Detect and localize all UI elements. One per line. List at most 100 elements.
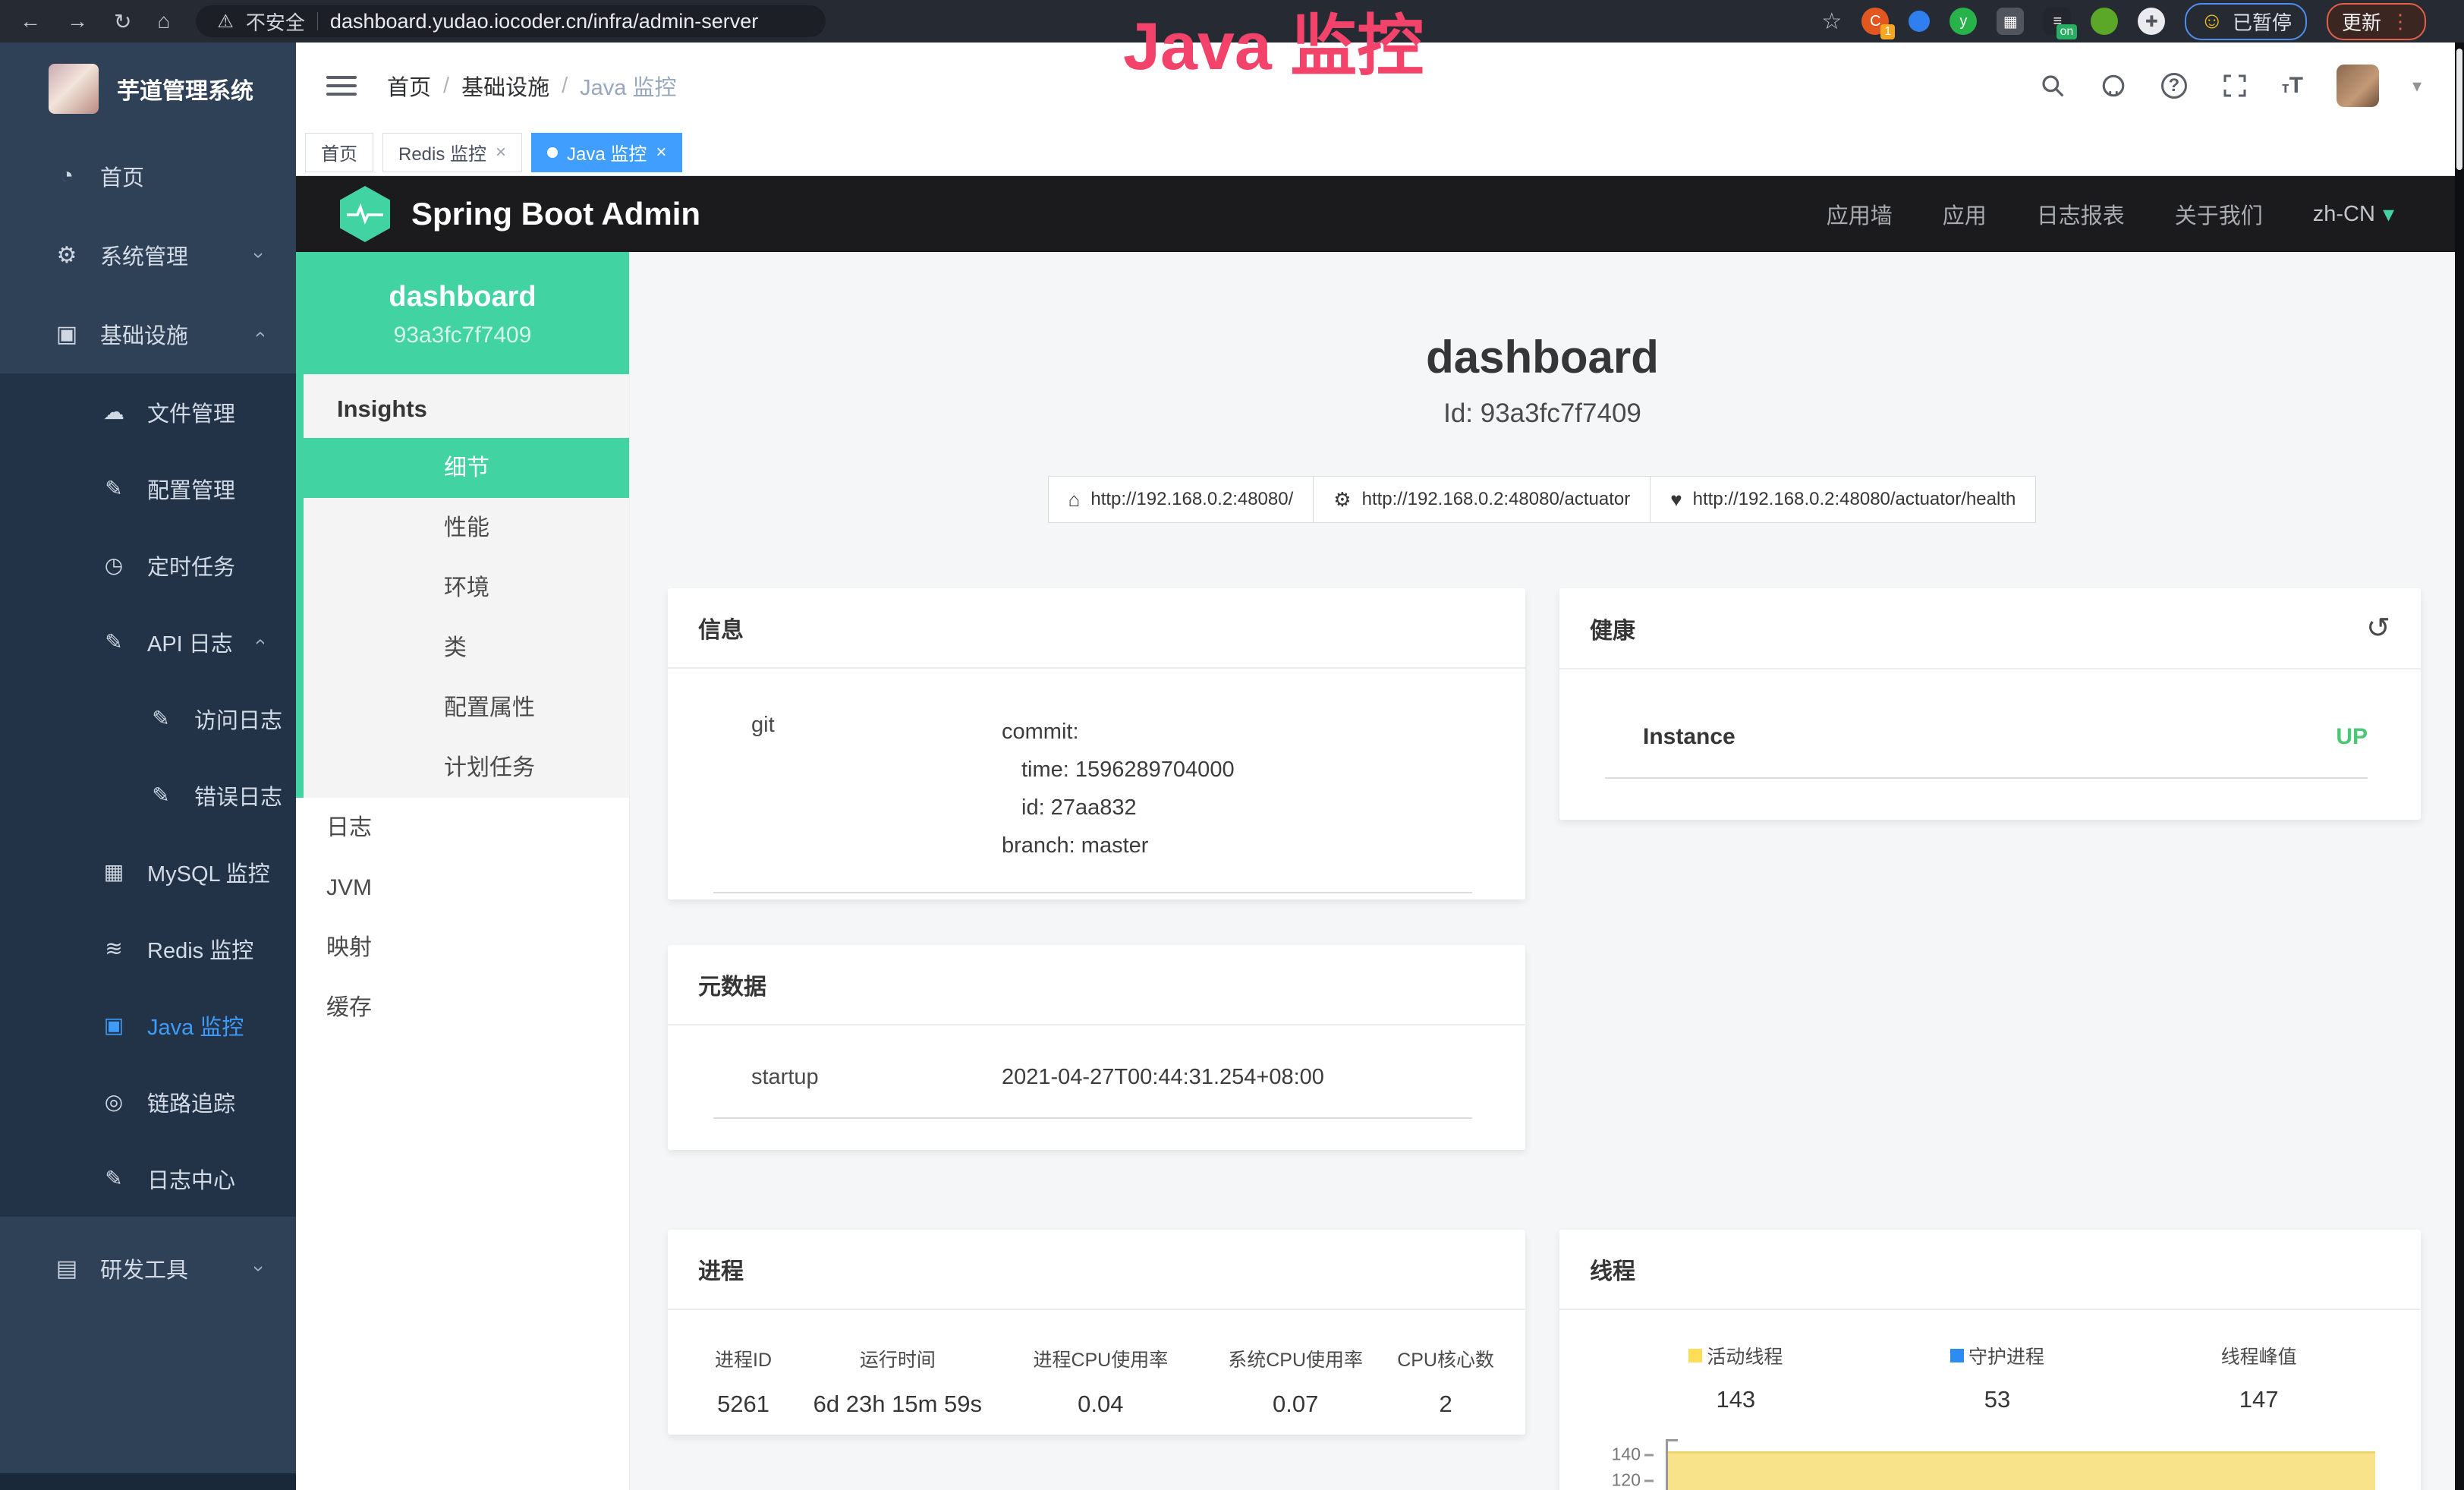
sba-locale-select[interactable]: zh-CN ▾ [2313, 201, 2394, 228]
breadcrumb-separator: / [443, 74, 449, 99]
sidebar-item-dev-tools[interactable]: ▤ 研发工具 › [0, 1229, 296, 1308]
extension-pin-icon[interactable] [1909, 11, 1930, 32]
sba-item-logs[interactable]: 日志 [296, 798, 629, 858]
insights-section: Insights 细节 性能 环境 类 配置属性 计划任务 [296, 374, 629, 798]
bookmark-star-icon[interactable]: ☆ [1821, 8, 1842, 35]
home-nav-icon[interactable]: ⌂ [157, 9, 170, 33]
app-logo-row[interactable]: 芋道管理系统 [0, 43, 296, 114]
user-avatar[interactable] [2337, 65, 2379, 107]
sidebar-item-infra[interactable]: ▣ 基础设施 › [0, 295, 296, 373]
scrollbar-thumb[interactable] [2456, 49, 2462, 170]
update-button[interactable]: 更新 ⋮ [2327, 3, 2426, 40]
reload-icon[interactable]: ↻ [114, 9, 131, 34]
log-edit-icon: ✎ [144, 706, 178, 731]
sidebar-item-system[interactable]: ⚙ 系统管理 › [0, 216, 296, 295]
paused-badge[interactable]: ☺ 已暂停 [2185, 3, 2307, 40]
address-bar[interactable]: ⚠ 不安全 dashboard.yudao.iocoder.cn/infra/a… [196, 5, 826, 37]
sba-item-jvm[interactable]: JVM [296, 858, 629, 918]
close-icon[interactable]: × [496, 142, 506, 163]
paused-label: 已暂停 [2233, 8, 2292, 36]
extension-leaf-icon[interactable] [2091, 8, 2118, 35]
extension-1-icon[interactable]: C 1 [1861, 8, 1889, 35]
breadcrumb-home[interactable]: 首页 [387, 70, 431, 102]
sba-item-metrics[interactable]: 性能 [304, 498, 629, 558]
tab-label: Java 监控 [567, 139, 647, 165]
instance-links: ⌂ http://192.168.0.2:48080/ ⚙ http://192… [630, 476, 2455, 523]
tab-home[interactable]: 首页 [305, 133, 373, 172]
sidebar-item-api-log[interactable]: ✎ API 日志 › [0, 603, 296, 680]
row-divider [1605, 777, 2368, 779]
not-secure-label: 不安全 [246, 8, 305, 36]
extensions-puzzle-icon[interactable]: ✚ [2138, 8, 2165, 35]
metadata-row-value: 2021-04-27T00:44:31.254+08:00 [1002, 1065, 1324, 1090]
collapse-sidebar-icon[interactable] [326, 71, 357, 101]
sidebar-item-trace[interactable]: ◎ 链路追踪 [0, 1063, 296, 1140]
timer-icon: ◷ [97, 553, 131, 578]
avatar-caret-icon[interactable]: ▾ [2412, 75, 2422, 97]
window-scrollbar[interactable] [2455, 43, 2464, 1490]
instance-header[interactable]: dashboard 93a3fc7f7409 [296, 252, 629, 374]
smiley-icon: ☺ [2200, 8, 2223, 34]
search-icon[interactable] [2039, 72, 2066, 99]
eye-icon: ◎ [97, 1089, 131, 1114]
sba-item-environment[interactable]: 环境 [304, 558, 629, 618]
chevron-down-icon: ▾ [2383, 201, 2394, 228]
browser-menu-icon[interactable]: ⋮ [2390, 10, 2411, 33]
chevron-up-icon: › [247, 638, 271, 645]
service-url-label: http://192.168.0.2:48080/ [1090, 489, 1293, 510]
chevron-down-icon: › [247, 252, 271, 259]
tab-redis[interactable]: Redis 监控 × [382, 133, 522, 172]
sidebar-item-file[interactable]: ☁ 文件管理 [0, 373, 296, 450]
sba-item-classes[interactable]: 类 [304, 618, 629, 678]
extension-on-badge: on [2056, 24, 2078, 39]
sidebar-item-job[interactable]: ◷ 定时任务 [0, 527, 296, 603]
database-grid-icon: ▦ [97, 859, 131, 884]
breadcrumb-infra[interactable]: 基础设施 [461, 70, 549, 102]
instance-name: dashboard [296, 281, 629, 313]
sidebar-item-config[interactable]: ✎ 配置管理 [0, 450, 296, 527]
sba-nav-about[interactable]: 关于我们 [2175, 198, 2263, 230]
breadcrumb-current: Java 监控 [580, 70, 676, 102]
sba-item-details-active[interactable]: 细节 [304, 438, 629, 498]
extension-y-icon[interactable]: y [1949, 8, 1977, 35]
font-size-icon[interactable]: тT [2282, 73, 2303, 99]
extension-list-icon[interactable]: ≡ on [2044, 8, 2071, 35]
url-text: dashboard.yudao.iocoder.cn/infra/admin-s… [330, 10, 758, 33]
sidebar-item-java-active[interactable]: ▣ Java 监控 [0, 987, 296, 1063]
sba-item-scheduled-tasks[interactable]: 计划任务 [304, 738, 629, 798]
instance-id-line: Id: 93a3fc7f7409 [630, 398, 2455, 429]
help-icon[interactable]: ? [2160, 72, 2188, 99]
sba-logo-icon[interactable] [340, 186, 390, 242]
sba-item-config-props[interactable]: 配置属性 [304, 678, 629, 738]
service-url-button[interactable]: ⌂ http://192.168.0.2:48080/ [1048, 476, 1314, 523]
sba-item-mappings[interactable]: 映射 [296, 918, 629, 978]
threads-stat-live: 活动线程 143 [1605, 1342, 1867, 1413]
threads-card-title: 线程 [1559, 1230, 2421, 1310]
fullscreen-icon[interactable] [2221, 72, 2248, 99]
sidebar-item-label: 首页 [100, 160, 144, 192]
tab-java-active[interactable]: Java 监控 × [531, 133, 682, 172]
forward-icon[interactable]: → [67, 9, 88, 33]
health-url-button[interactable]: ♥ http://192.168.0.2:48080/actuator/heal… [1650, 476, 2036, 523]
sba-nav-wallboard[interactable]: 应用墙 [1827, 198, 1893, 230]
history-icon[interactable]: ↺ [2366, 611, 2390, 645]
sba-nav-applications[interactable]: 应用 [1943, 198, 1987, 230]
close-icon[interactable]: × [656, 142, 666, 163]
sidebar-item-error-log[interactable]: ✎ 错误日志 [0, 757, 296, 833]
sba-item-caches[interactable]: 缓存 [296, 978, 629, 1038]
process-col-uptime: 运行时间 6d 23h 15m 59s [796, 1345, 999, 1418]
github-icon[interactable] [2100, 72, 2127, 99]
sidebar-item-access-log[interactable]: ✎ 访问日志 [0, 680, 296, 757]
sidebar-item-redis[interactable]: ≋ Redis 监控 [0, 910, 296, 987]
sidebar-item-home[interactable]: ◔ 首页 [0, 137, 296, 216]
back-icon[interactable]: ← [20, 9, 41, 33]
wrench-icon: ⚙ [1333, 488, 1351, 512]
info-card: 信息 git commit: time: 1596289704000 id: 2… [668, 588, 1525, 899]
sba-brand[interactable]: Spring Boot Admin [411, 196, 700, 232]
instance-id: 93a3fc7f7409 [296, 323, 629, 348]
actuator-url-button[interactable]: ⚙ http://192.168.0.2:48080/actuator [1313, 476, 1651, 523]
sba-nav-journal[interactable]: 日志报表 [2037, 198, 2125, 230]
sidebar-item-log-center[interactable]: ✎ 日志中心 [0, 1140, 296, 1217]
extension-grid-icon[interactable]: ▦ [1997, 8, 2024, 35]
sidebar-item-mysql[interactable]: ▦ MySQL 监控 [0, 833, 296, 910]
